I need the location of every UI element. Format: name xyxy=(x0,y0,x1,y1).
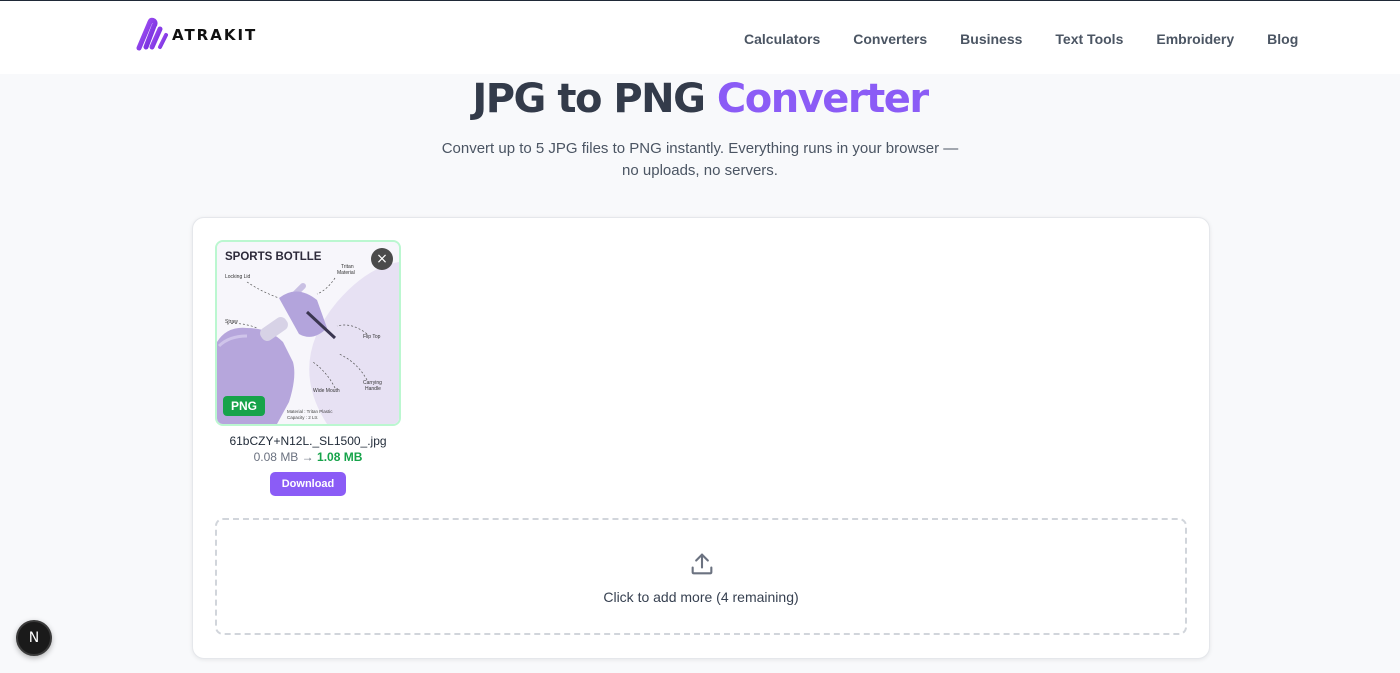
subtitle-line-1: Convert up to 5 JPG files to PNG instant… xyxy=(441,140,959,157)
download-button[interactable]: Download xyxy=(270,472,346,496)
svg-text:Capacity : 2 Ltr.: Capacity : 2 Ltr. xyxy=(287,415,318,420)
thumb-title: SPORTS BOTLLE xyxy=(225,251,322,263)
main-nav: Calculators Converters Business Text Too… xyxy=(744,31,1298,47)
page-title-main: JPG to PNG xyxy=(472,76,706,122)
svg-text:Handle: Handle xyxy=(365,386,381,392)
svg-text:Wide Mouth: Wide Mouth xyxy=(313,388,340,394)
file-thumbnail: SPORTS BOTLLE Locking Lid Tritan Materia… xyxy=(215,240,401,426)
subtitle-line-2: no uploads, no servers. xyxy=(622,162,778,179)
nav-converters[interactable]: Converters xyxy=(853,31,927,47)
nav-business[interactable]: Business xyxy=(960,31,1022,47)
svg-text:Locking Lid: Locking Lid xyxy=(225,274,251,280)
page-title: JPG to PNG Converter xyxy=(0,76,1400,122)
page-subtitle: Convert up to 5 JPG files to PNG instant… xyxy=(0,138,1400,182)
size-original: 0.08 MB xyxy=(253,450,299,464)
size-converted: 1.08 MB xyxy=(317,450,363,464)
logo-mark-icon xyxy=(136,17,168,51)
arrow-icon: → xyxy=(301,450,314,464)
upload-icon xyxy=(691,553,713,575)
file-name: 61bCZY+N12L._SL1500_.jpg xyxy=(229,434,387,448)
nav-embroidery[interactable]: Embroidery xyxy=(1156,31,1234,47)
file-size: 0.08 MB → 1.08 MB xyxy=(215,450,401,464)
converter-card: SPORTS BOTLLE Locking Lid Tritan Materia… xyxy=(192,217,1210,659)
nav-calculators[interactable]: Calculators xyxy=(744,31,820,47)
page-title-accent: Converter xyxy=(716,76,929,122)
nav-text-tools[interactable]: Text Tools xyxy=(1055,31,1123,47)
svg-text:Material: Material xyxy=(337,270,355,276)
logo-text: ATRAKIT xyxy=(172,26,258,44)
nav-blog[interactable]: Blog xyxy=(1267,31,1298,47)
dropzone-text: Click to add more (4 remaining) xyxy=(603,589,799,605)
format-badge: PNG xyxy=(223,396,266,416)
file-tile: SPORTS BOTLLE Locking Lid Tritan Materia… xyxy=(215,240,401,496)
svg-text:Material : Tritan Plastic: Material : Tritan Plastic xyxy=(287,409,333,414)
svg-text:Straw: Straw xyxy=(225,319,238,325)
svg-text:Flip Top: Flip Top xyxy=(363,334,381,340)
logo[interactable]: ATRAKIT xyxy=(136,17,257,51)
nextjs-dev-indicator[interactable]: N xyxy=(16,620,52,656)
add-more-dropzone[interactable]: Click to add more (4 remaining) xyxy=(215,518,1187,635)
site-header: ATRAKIT Calculators Converters Business … xyxy=(0,1,1400,74)
remove-file-button[interactable]: × xyxy=(371,248,393,270)
